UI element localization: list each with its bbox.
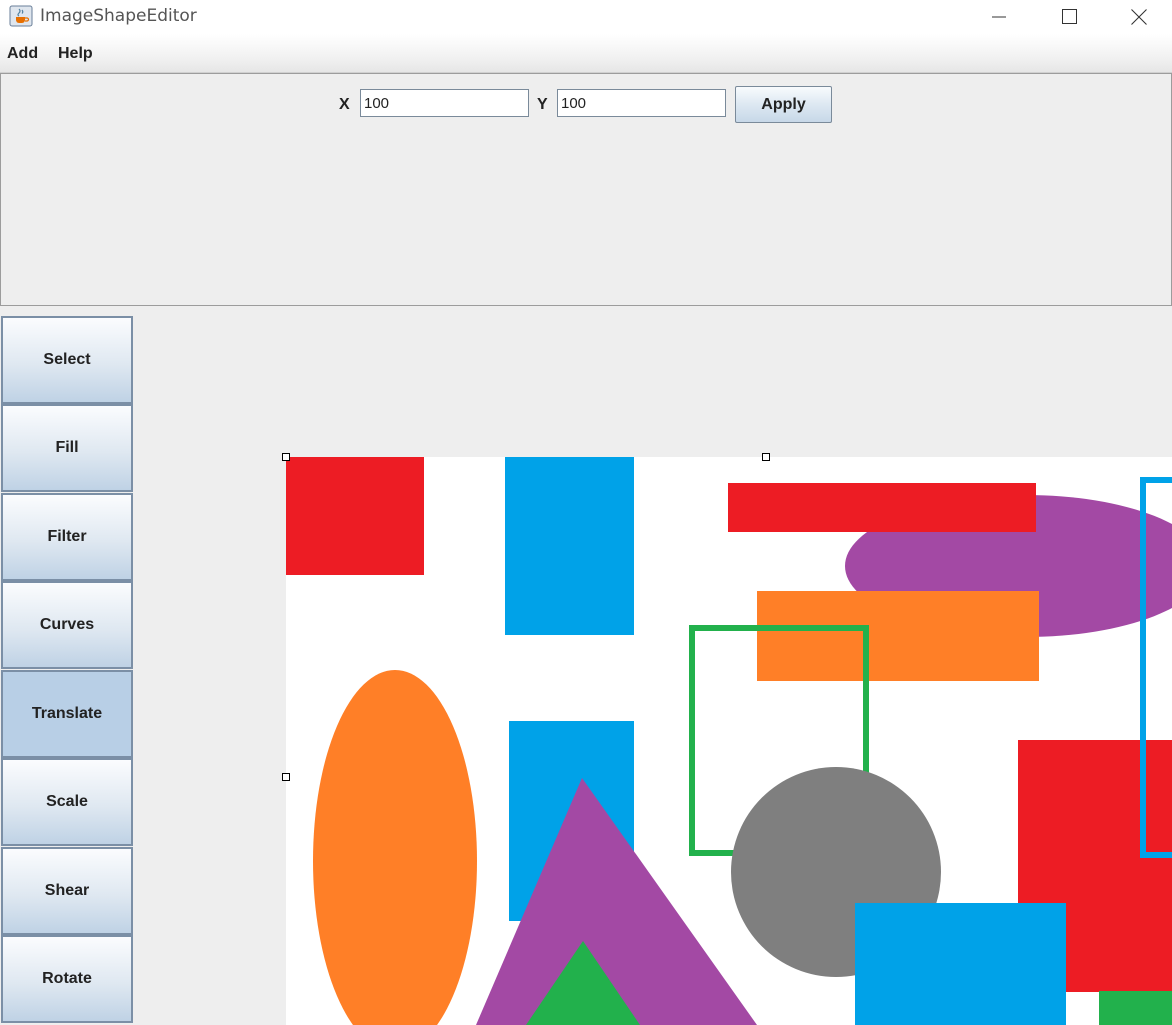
blue-rect-bottom: [855, 903, 1066, 1025]
green-rect-bottom: [1099, 991, 1172, 1025]
tool-scale-button[interactable]: Scale: [1, 758, 133, 846]
menu-add[interactable]: Add: [7, 45, 38, 63]
red-square: [286, 457, 424, 575]
menu-bar: Add Help: [0, 34, 1172, 73]
tool-shear-button[interactable]: Shear: [1, 847, 133, 935]
x-label: X: [339, 96, 350, 113]
tool-sidebar: Select Fill Filter Curves Translate Scal…: [0, 306, 136, 1025]
close-icon: [1131, 9, 1147, 25]
orange-rect: [757, 591, 1039, 681]
minimize-button[interactable]: [976, 0, 1022, 34]
y-label: Y: [537, 96, 548, 113]
maximize-button[interactable]: [1046, 0, 1092, 34]
title-bar: ImageShapeEditor: [0, 0, 1172, 34]
x-input[interactable]: 100: [360, 89, 529, 117]
maximize-icon: [1062, 9, 1077, 24]
java-cup-icon: [9, 5, 33, 27]
minimize-icon: [992, 16, 1006, 18]
apply-button[interactable]: Apply: [735, 86, 832, 123]
y-input[interactable]: 100: [557, 89, 726, 117]
close-button[interactable]: [1116, 0, 1162, 34]
image-canvas[interactable]: [136, 306, 1172, 1025]
tool-rotate-button[interactable]: Rotate: [1, 935, 133, 1023]
tool-filter-button[interactable]: Filter: [1, 493, 133, 581]
red-bar: [728, 483, 1036, 532]
selection-handle[interactable]: [282, 773, 290, 781]
tool-fill-button[interactable]: Fill: [1, 404, 133, 492]
tool-select-button[interactable]: Select: [1, 316, 133, 404]
tool-curves-button[interactable]: Curves: [1, 581, 133, 669]
selection-handle[interactable]: [762, 453, 770, 461]
blue-rect-top: [505, 457, 634, 635]
canvas-area[interactable]: [136, 306, 1172, 1025]
tool-translate-button[interactable]: Translate: [1, 670, 133, 758]
selection-handle[interactable]: [282, 453, 290, 461]
control-panel: X 100 Y 100 Apply: [0, 73, 1172, 306]
menu-help[interactable]: Help: [58, 45, 93, 63]
window-title: ImageShapeEditor: [40, 6, 197, 26]
